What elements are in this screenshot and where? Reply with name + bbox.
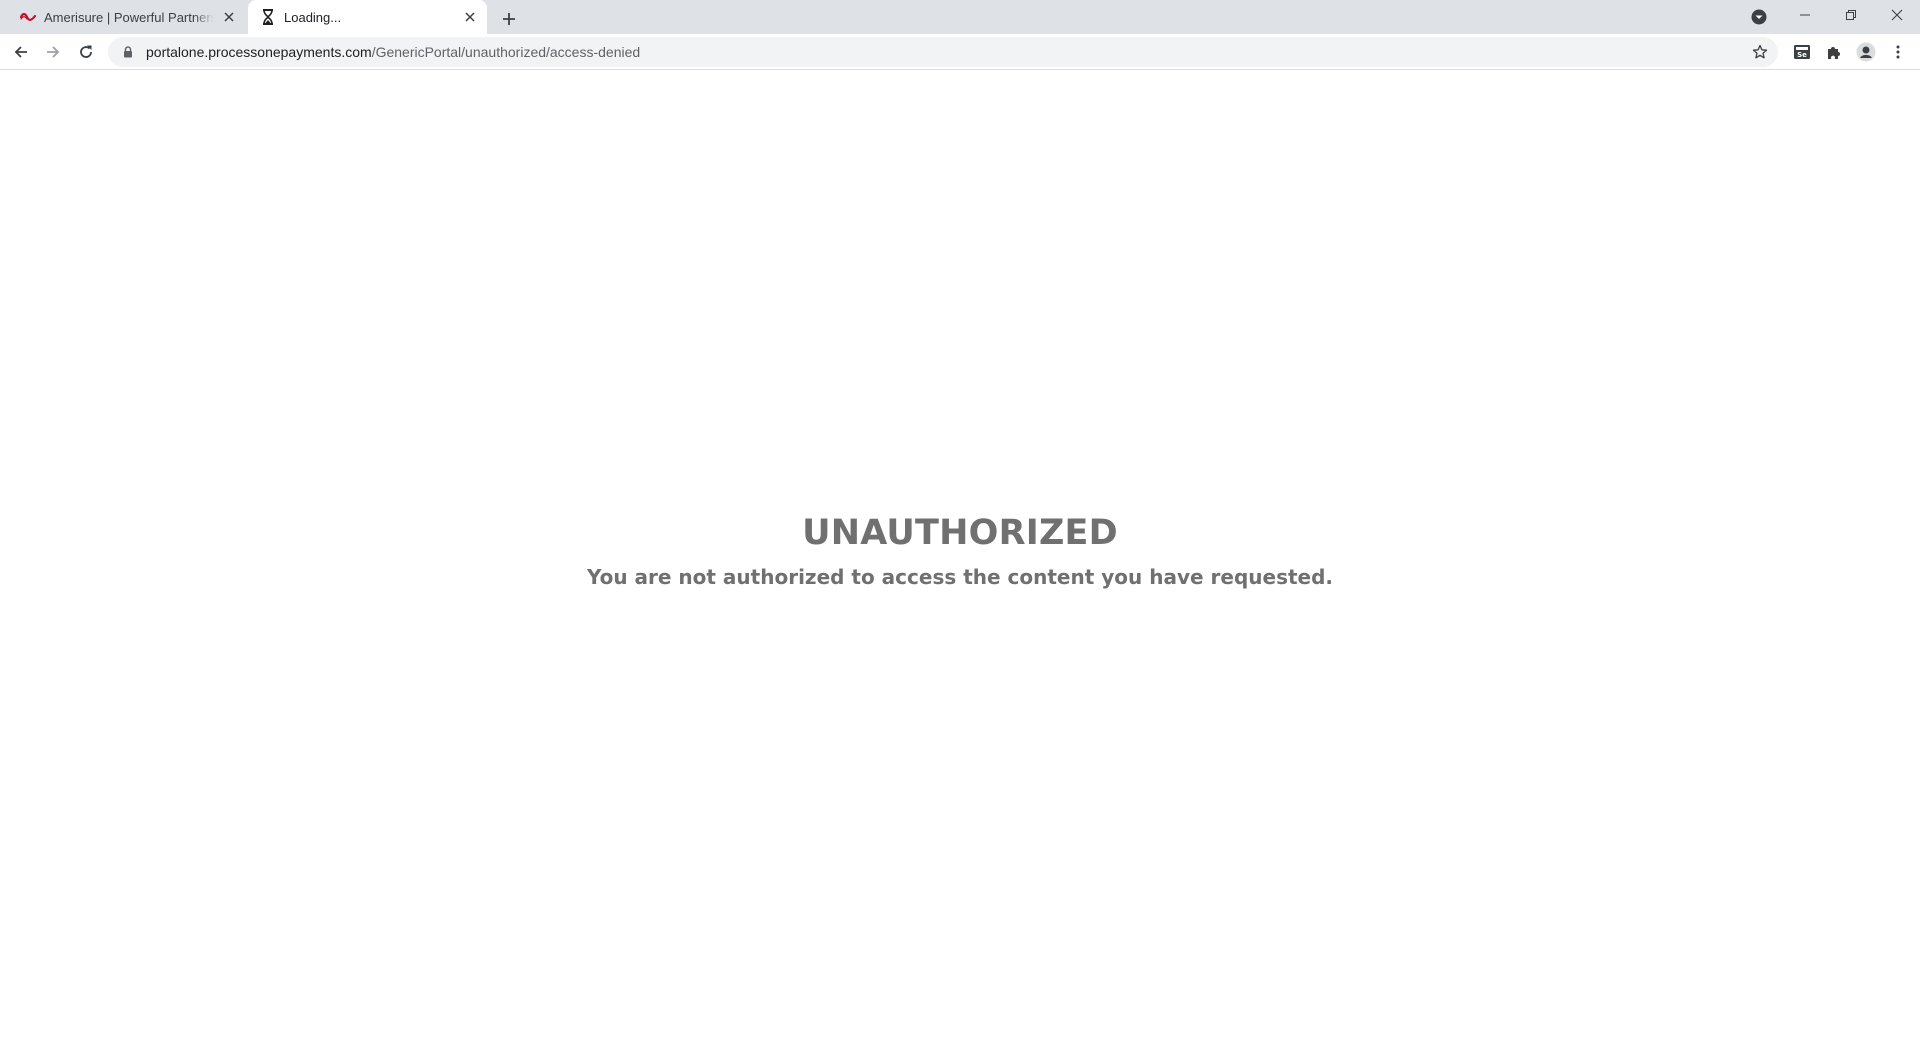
forward-button[interactable]	[38, 37, 68, 67]
minimize-button[interactable]	[1782, 0, 1828, 30]
page-content: UNAUTHORIZED You are not authorized to a…	[0, 71, 1920, 1040]
tab-loading[interactable]: Loading...	[248, 0, 487, 34]
browser-toolbar: portalone.processonepayments.com/Generic…	[0, 34, 1920, 70]
bookmark-star-icon[interactable]	[1750, 42, 1770, 62]
back-button[interactable]	[6, 37, 36, 67]
restore-button[interactable]	[1828, 0, 1874, 30]
tab-search-button[interactable]	[1748, 7, 1770, 27]
unauthorized-message: UNAUTHORIZED You are not authorized to a…	[0, 511, 1920, 591]
kebab-menu-icon[interactable]	[1886, 40, 1910, 64]
close-icon[interactable]	[461, 8, 479, 26]
arrow-left-icon	[14, 46, 27, 58]
reload-icon	[80, 45, 92, 58]
tab-amerisure[interactable]: Amerisure | Powerful Partnerships	[8, 0, 246, 34]
close-icon	[1891, 9, 1903, 21]
extension-se-icon[interactable]: Se	[1790, 40, 1814, 64]
url-text[interactable]: portalone.processonepayments.com/Generic…	[146, 44, 640, 60]
chevron-down-icon	[1751, 9, 1767, 25]
plus-icon	[503, 13, 515, 25]
close-icon[interactable]	[220, 8, 238, 26]
minimize-icon	[1800, 14, 1810, 16]
url-host: portalone.processonepayments.com	[146, 44, 372, 60]
lock-icon[interactable]	[120, 44, 136, 60]
restore-icon	[1846, 10, 1856, 20]
close-window-button[interactable]	[1874, 0, 1920, 30]
new-tab-button[interactable]	[495, 5, 523, 33]
arrow-right-icon	[47, 46, 60, 58]
amerisure-logo-icon	[20, 9, 36, 25]
hourglass-icon	[260, 9, 276, 25]
reload-button[interactable]	[71, 37, 101, 67]
tab-strip: Amerisure | Powerful Partnerships Loadin…	[0, 0, 1920, 34]
svg-text:Se: Se	[1797, 51, 1807, 59]
page-title: UNAUTHORIZED	[802, 513, 1118, 553]
url-path: /GenericPortal/unauthorized/access-denie…	[371, 44, 641, 60]
tab-title: Amerisure | Powerful Partnerships	[44, 9, 214, 25]
tab-title: Loading...	[284, 9, 342, 25]
profile-avatar-icon[interactable]	[1854, 40, 1878, 64]
address-bar[interactable]: portalone.processonepayments.com/Generic…	[108, 37, 1778, 67]
puzzle-icon[interactable]	[1822, 40, 1846, 64]
page-description: You are not authorized to access the con…	[586, 565, 1334, 589]
